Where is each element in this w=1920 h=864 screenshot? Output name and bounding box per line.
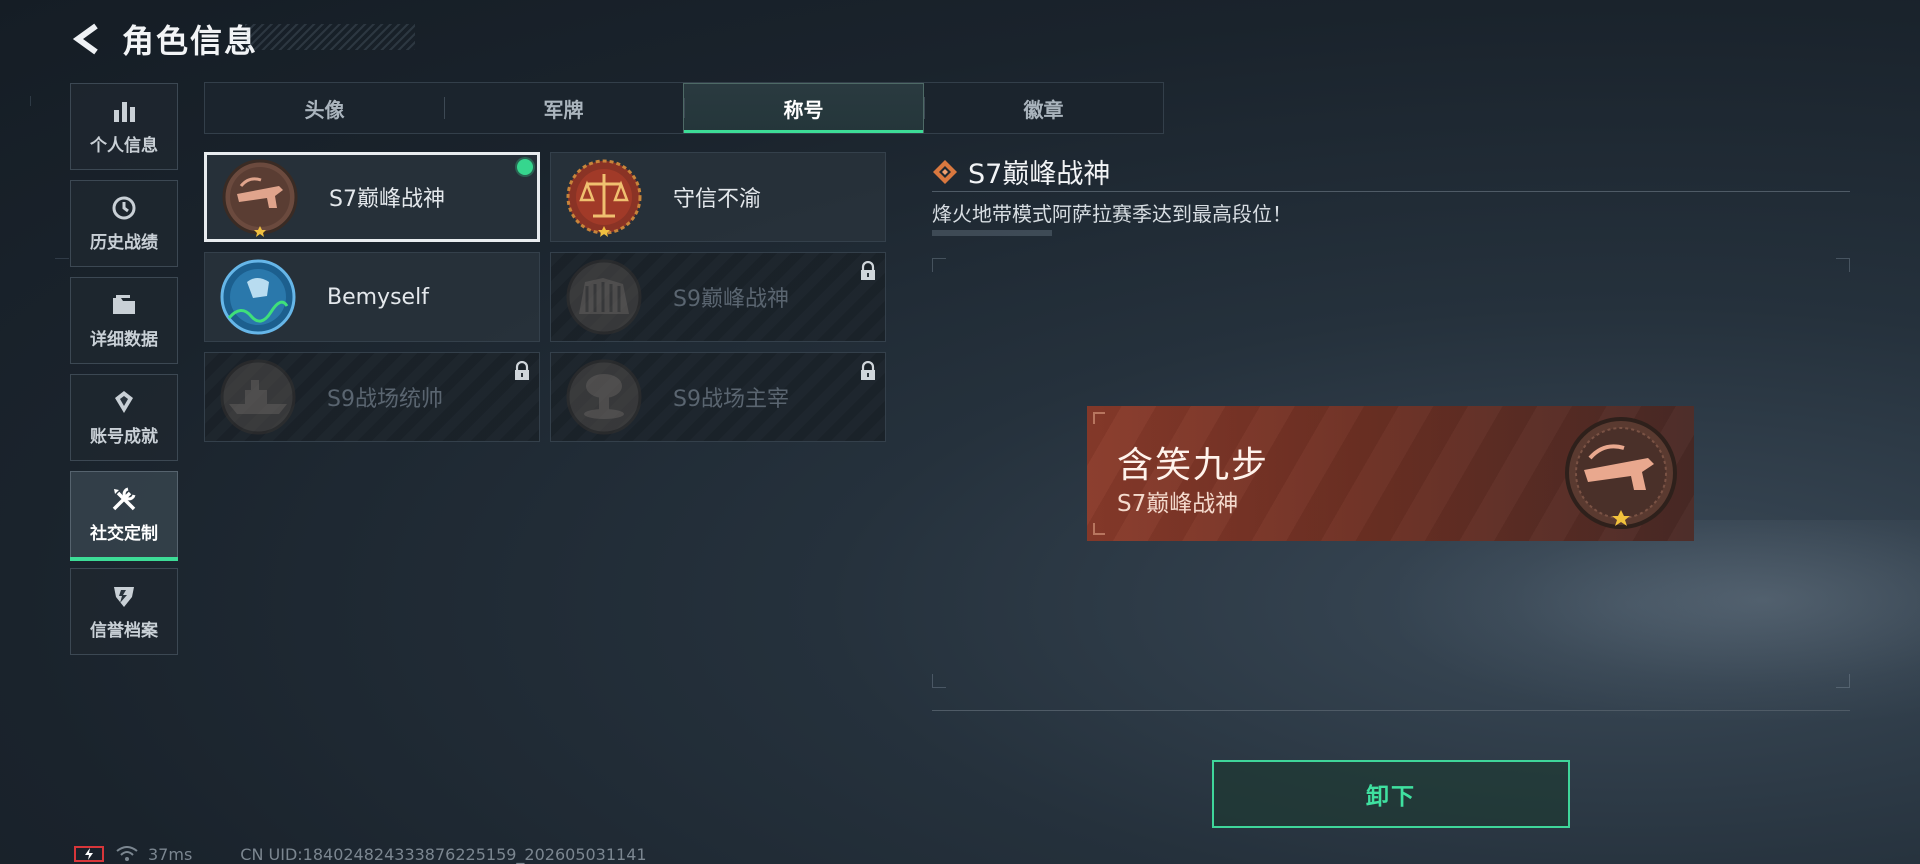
title-card[interactable]: S9战场统帅 [204, 352, 540, 442]
tab-avatar[interactable]: 头像 [205, 83, 444, 133]
warship-medal-icon [220, 359, 296, 435]
title-decoration [245, 24, 415, 50]
divider [932, 191, 1850, 192]
sidebar-item-label: 历史战绩 [90, 233, 158, 253]
sidebar-item-personal-info[interactable]: 个人信息 [70, 83, 178, 170]
signature-medal-icon [220, 259, 296, 335]
history-icon [110, 194, 138, 222]
title-name: Bemyself [327, 284, 429, 310]
tab-title[interactable]: 称号 [683, 83, 924, 133]
achievement-icon [110, 388, 138, 416]
banner-corner [1093, 412, 1105, 424]
detail-header: S7巅峰战神 [932, 152, 1110, 191]
back-button[interactable] [70, 22, 104, 56]
crossbow-medal-icon [222, 159, 298, 237]
title-name: S9战场主宰 [673, 387, 789, 412]
title-name: S9巅峰战神 [673, 287, 789, 312]
lock-icon [515, 361, 529, 380]
preview-title: S7巅峰战神 [1117, 491, 1239, 517]
customization-tabs: 头像 军牌 称号 徽章 [204, 82, 1164, 134]
frame-corner [932, 674, 946, 688]
unequip-button-label: 卸下 [1366, 784, 1416, 810]
detail-title: S7巅峰战神 [968, 159, 1111, 190]
user-uid: CN UID:184024824333876225159_20260503114… [240, 844, 647, 864]
sidebar-item-achievements[interactable]: 账号成就 [70, 374, 178, 461]
page-header: 角色信息 [70, 14, 258, 64]
title-name: S7巅峰战神 [329, 187, 445, 212]
battery-charging-icon [74, 846, 104, 862]
frame-corner [932, 258, 946, 272]
chevron-left-icon [72, 23, 98, 55]
folder-icon [110, 291, 138, 319]
wifi-icon [116, 846, 138, 861]
sidebar-item-social-custom[interactable]: 社交定制 [70, 471, 178, 561]
crossbow-medal-icon [1565, 417, 1677, 529]
lock-icon [861, 361, 875, 380]
fortress-medal-icon [566, 259, 642, 335]
diamond-icon [933, 159, 957, 184]
equipped-indicator [517, 159, 533, 175]
sidebar-item-credit-record[interactable]: 信誉档案 [70, 568, 178, 655]
tools-icon [110, 485, 138, 513]
title-name: 守信不渝 [673, 187, 762, 212]
decor-tick [55, 258, 69, 259]
description-decoration [932, 230, 1052, 236]
title-grid: S7巅峰战神 守信不渝 Bemyself S9巅峰战神 S9战场统帅 S9战场主… [204, 152, 886, 442]
sidebar-item-label: 详细数据 [90, 330, 158, 350]
status-bar: 37ms CN UID:184024824333876225159_202605… [74, 844, 647, 864]
title-card[interactable]: 守信不渝 [550, 152, 886, 242]
scales-medal-icon [566, 159, 642, 237]
title-preview-banner: 含笑九步 S7巅峰战神 [1087, 406, 1694, 541]
sidebar-item-detailed-data[interactable]: 详细数据 [70, 277, 178, 364]
lock-icon [861, 261, 875, 280]
sidebar-item-label: 社交定制 [90, 524, 158, 544]
sidebar-item-label: 信誉档案 [90, 621, 158, 641]
shield-icon [110, 582, 138, 610]
sidebar-item-label: 账号成就 [90, 427, 158, 447]
frame-corner [1836, 258, 1850, 272]
sidebar-item-history[interactable]: 历史战绩 [70, 180, 178, 267]
title-card[interactable]: S9巅峰战神 [550, 252, 886, 342]
divider [932, 710, 1850, 711]
tab-dogtag[interactable]: 军牌 [444, 83, 683, 133]
banner-corner [1093, 523, 1105, 535]
title-card[interactable]: S9战场主宰 [550, 352, 886, 442]
sidebar-item-label: 个人信息 [90, 136, 158, 156]
title-card[interactable]: S7巅峰战神 [204, 152, 540, 242]
tab-badge[interactable]: 徽章 [924, 83, 1163, 133]
unequip-button[interactable]: 卸下 [1212, 760, 1570, 828]
title-name: S9战场统帅 [327, 387, 443, 412]
title-card[interactable]: Bemyself [204, 252, 540, 342]
page-title: 角色信息 [122, 22, 259, 60]
decor-tick [30, 96, 31, 106]
sidebar: 个人信息 历史战绩 详细数据 账号成就 社交定制 信誉档案 [70, 83, 178, 665]
ping-value: 37ms [148, 844, 193, 864]
frame-corner [1836, 674, 1850, 688]
bar-chart-icon [110, 97, 138, 125]
mushroom-cloud-medal-icon [566, 359, 642, 435]
preview-player-name: 含笑九步 [1117, 445, 1270, 486]
detail-description: 烽火地带模式阿萨拉赛季达到最高段位！ [932, 202, 1292, 226]
